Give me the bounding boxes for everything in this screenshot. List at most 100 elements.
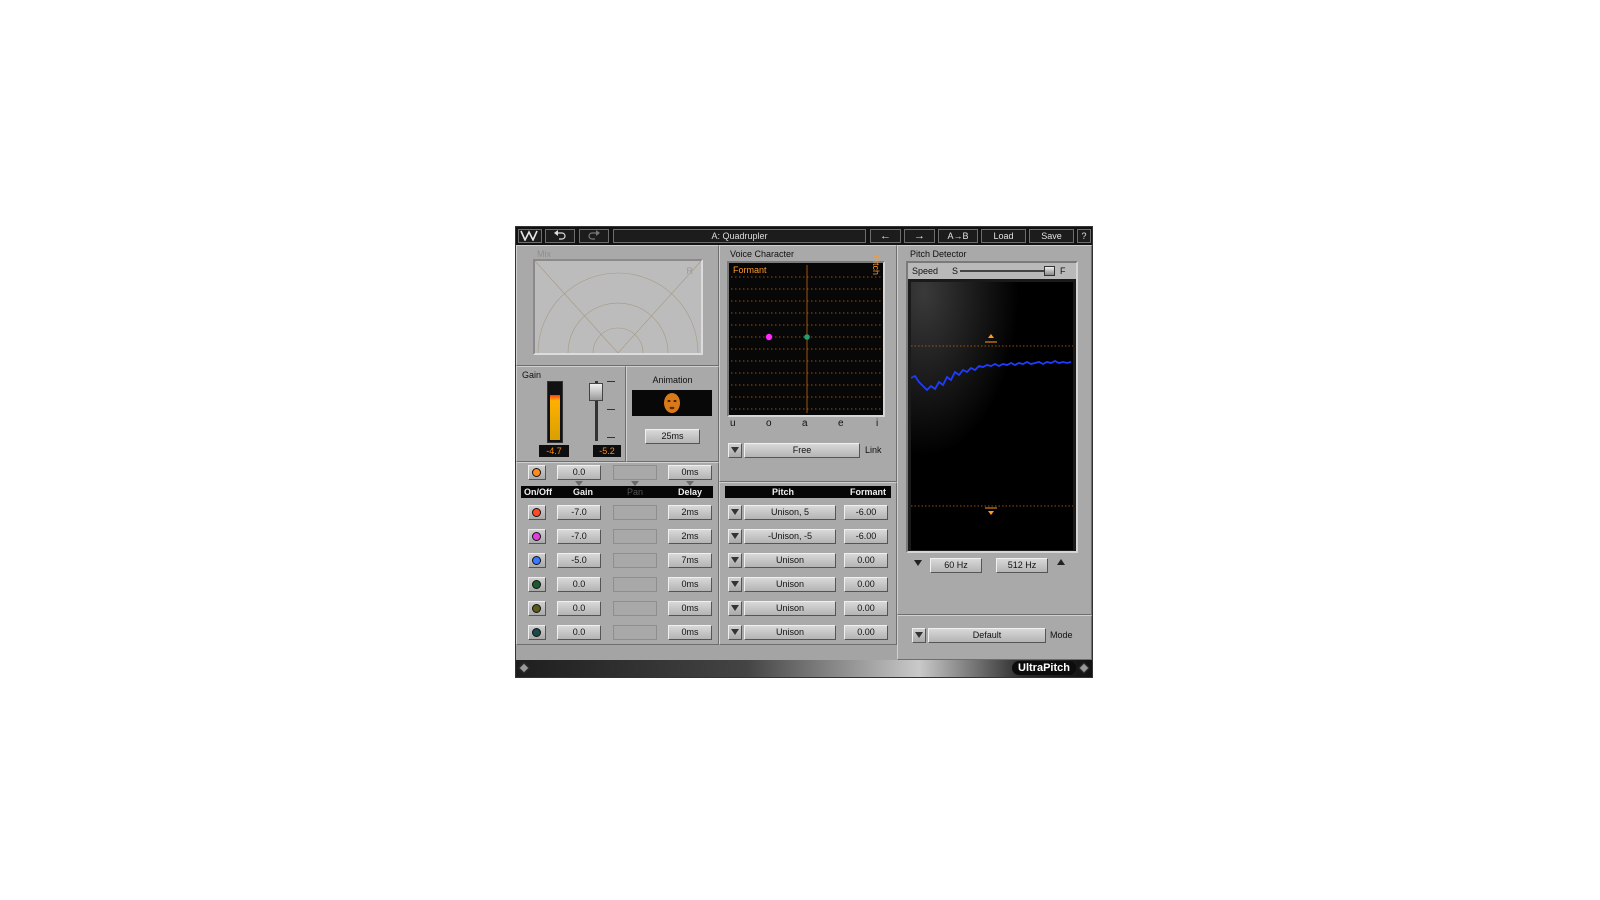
- voice-6-formant-field[interactable]: 0.00: [844, 625, 888, 640]
- copy-a-to-b-button[interactable]: A→B: [938, 229, 978, 243]
- voice-2-pan-field[interactable]: [613, 529, 657, 544]
- link-mode-dropdown-arrow[interactable]: [728, 443, 742, 458]
- mixer-row: 0.0 0ms: [517, 625, 717, 643]
- voice-3-onoff-button[interactable]: [528, 553, 546, 568]
- voice-6-gain-field[interactable]: 0.0: [557, 625, 601, 640]
- gain-fader-readout: -5.2: [593, 445, 621, 457]
- waves-logo-icon: [520, 230, 538, 242]
- voice-4-pitch-dropdown[interactable]: Unison: [744, 577, 836, 592]
- pitch-formant-header: Pitch Formant: [725, 486, 891, 498]
- voice-2-gain-field[interactable]: -7.0: [557, 529, 601, 544]
- voice-3-delay-field[interactable]: 7ms: [668, 553, 712, 568]
- animation-panel: Animation 25ms: [626, 366, 719, 462]
- high-freq-arrow-icon[interactable]: [1057, 559, 1065, 565]
- voice-5-pitch-dropdown-arrow[interactable]: [728, 601, 742, 616]
- pitch-column-label: Pitch: [771, 487, 794, 497]
- next-preset-button[interactable]: →: [904, 229, 935, 243]
- voice-2-onoff-button[interactable]: [528, 529, 546, 544]
- voice-3-pitch-dropdown[interactable]: Unison: [744, 553, 836, 568]
- waves-logo-button[interactable]: [518, 229, 542, 243]
- voice-1-gain-field[interactable]: -7.0: [557, 505, 601, 520]
- pitch-graph[interactable]: [911, 282, 1073, 550]
- pitch-row: Unison, 5 -6.00: [720, 505, 896, 523]
- voice-6-delay-field[interactable]: 0ms: [668, 625, 712, 640]
- master-gain-field[interactable]: 0.0: [557, 465, 601, 480]
- master-pan-field[interactable]: [613, 465, 657, 480]
- speed-fast-label: F: [1060, 266, 1066, 276]
- low-freq-arrow-icon[interactable]: [914, 560, 922, 566]
- voice-1-delay-field[interactable]: 2ms: [668, 505, 712, 520]
- preset-name-display[interactable]: A: Quadrupler: [613, 229, 866, 243]
- voice-4-pan-field[interactable]: [613, 577, 657, 592]
- high-frequency-field[interactable]: 512 Hz: [996, 558, 1048, 573]
- voice-5-delay-field[interactable]: 0ms: [668, 601, 712, 616]
- voice-4-delay-field[interactable]: 0ms: [668, 577, 712, 592]
- speed-bar: Speed S F: [908, 263, 1076, 279]
- voice-6-pitch-dropdown[interactable]: Unison: [744, 625, 836, 640]
- voice-2-delay-field[interactable]: 2ms: [668, 529, 712, 544]
- voice-1-onoff-button[interactable]: [528, 505, 546, 520]
- mode-panel: Default Mode: [897, 615, 1092, 660]
- mix-panel: Mix R: [516, 245, 719, 366]
- pitch-row: Unison 0.00: [720, 625, 896, 643]
- voice-2-pitch-dropdown-arrow[interactable]: [728, 529, 742, 544]
- face-icon: [664, 393, 680, 413]
- voice-6-onoff-button[interactable]: [528, 625, 546, 640]
- resize-corner-icon[interactable]: [518, 662, 530, 674]
- voice-5-gain-field[interactable]: 0.0: [557, 601, 601, 616]
- pitch-detector-display: Speed S F: [906, 261, 1078, 553]
- voice-5-pitch-dropdown[interactable]: Unison: [744, 601, 836, 616]
- animation-display[interactable]: [632, 390, 712, 416]
- voice-3-pan-field[interactable]: [613, 553, 657, 568]
- speed-slider-handle[interactable]: [1044, 266, 1055, 276]
- vowel-label: i: [876, 418, 879, 429]
- gain-fader-handle[interactable]: [589, 383, 603, 401]
- animation-time-field[interactable]: 25ms: [645, 429, 700, 444]
- voice-1-formant-field[interactable]: -6.00: [844, 505, 888, 520]
- gain-meter: [547, 381, 563, 443]
- voice-1-pitch-dropdown[interactable]: Unison, 5: [744, 505, 836, 520]
- save-button[interactable]: Save: [1029, 229, 1074, 243]
- fader-tick: [607, 409, 615, 410]
- mode-dropdown-arrow[interactable]: [912, 628, 926, 643]
- mix-scope-display[interactable]: R: [533, 259, 703, 355]
- load-button[interactable]: Load: [981, 229, 1026, 243]
- resize-corner-icon[interactable]: [1078, 662, 1090, 674]
- animation-title: Animation: [652, 375, 693, 385]
- mixer-column-header: On/Off Gain Pan Delay: [521, 486, 713, 498]
- previous-preset-button[interactable]: ←: [870, 229, 901, 243]
- voice-1-pan-field[interactable]: [613, 505, 657, 520]
- voice-3-gain-field[interactable]: -5.0: [557, 553, 601, 568]
- voice-2-pitch-dropdown[interactable]: -Unison, -5: [744, 529, 836, 544]
- voice-character-display[interactable]: Formant Pitch: [727, 255, 885, 417]
- link-mode-dropdown[interactable]: Free: [744, 443, 860, 458]
- master-delay-field[interactable]: 0ms: [668, 465, 712, 480]
- low-frequency-field[interactable]: 60 Hz: [930, 558, 982, 573]
- voice-6-pitch-dropdown-arrow[interactable]: [728, 625, 742, 640]
- voice-4-formant-field[interactable]: 0.00: [844, 577, 888, 592]
- voice-3-pitch-dropdown-arrow[interactable]: [728, 553, 742, 568]
- voice-3-formant-field[interactable]: 0.00: [844, 553, 888, 568]
- voice-1-pitch-dropdown-arrow[interactable]: [728, 505, 742, 520]
- voice-2-formant-field[interactable]: -6.00: [844, 529, 888, 544]
- voice-5-color-icon: [532, 604, 541, 613]
- voice-4-gain-field[interactable]: 0.0: [557, 577, 601, 592]
- mixer-row: -5.0 7ms: [517, 553, 717, 571]
- undo-button[interactable]: [545, 229, 575, 243]
- speed-slider-track[interactable]: [960, 270, 1052, 272]
- voice-5-formant-field[interactable]: 0.00: [844, 601, 888, 616]
- voice-4-onoff-button[interactable]: [528, 577, 546, 592]
- mix-right-channel-label: R: [686, 266, 694, 276]
- voice-6-color-icon: [532, 628, 541, 637]
- gain-panel: Gain -4.7 -5.2: [516, 366, 626, 462]
- help-button[interactable]: ?: [1077, 229, 1091, 243]
- master-onoff-button[interactable]: [528, 465, 546, 480]
- voice-4-pitch-dropdown-arrow[interactable]: [728, 577, 742, 592]
- voice-6-pan-field[interactable]: [613, 625, 657, 640]
- redo-button[interactable]: [579, 229, 609, 243]
- speed-label: Speed: [912, 266, 939, 276]
- voice-5-pan-field[interactable]: [613, 601, 657, 616]
- voice-5-onoff-button[interactable]: [528, 601, 546, 616]
- mode-dropdown[interactable]: Default: [928, 628, 1046, 643]
- toolbar: A: Quadrupler ← → A→B Load Save ?: [516, 227, 1092, 245]
